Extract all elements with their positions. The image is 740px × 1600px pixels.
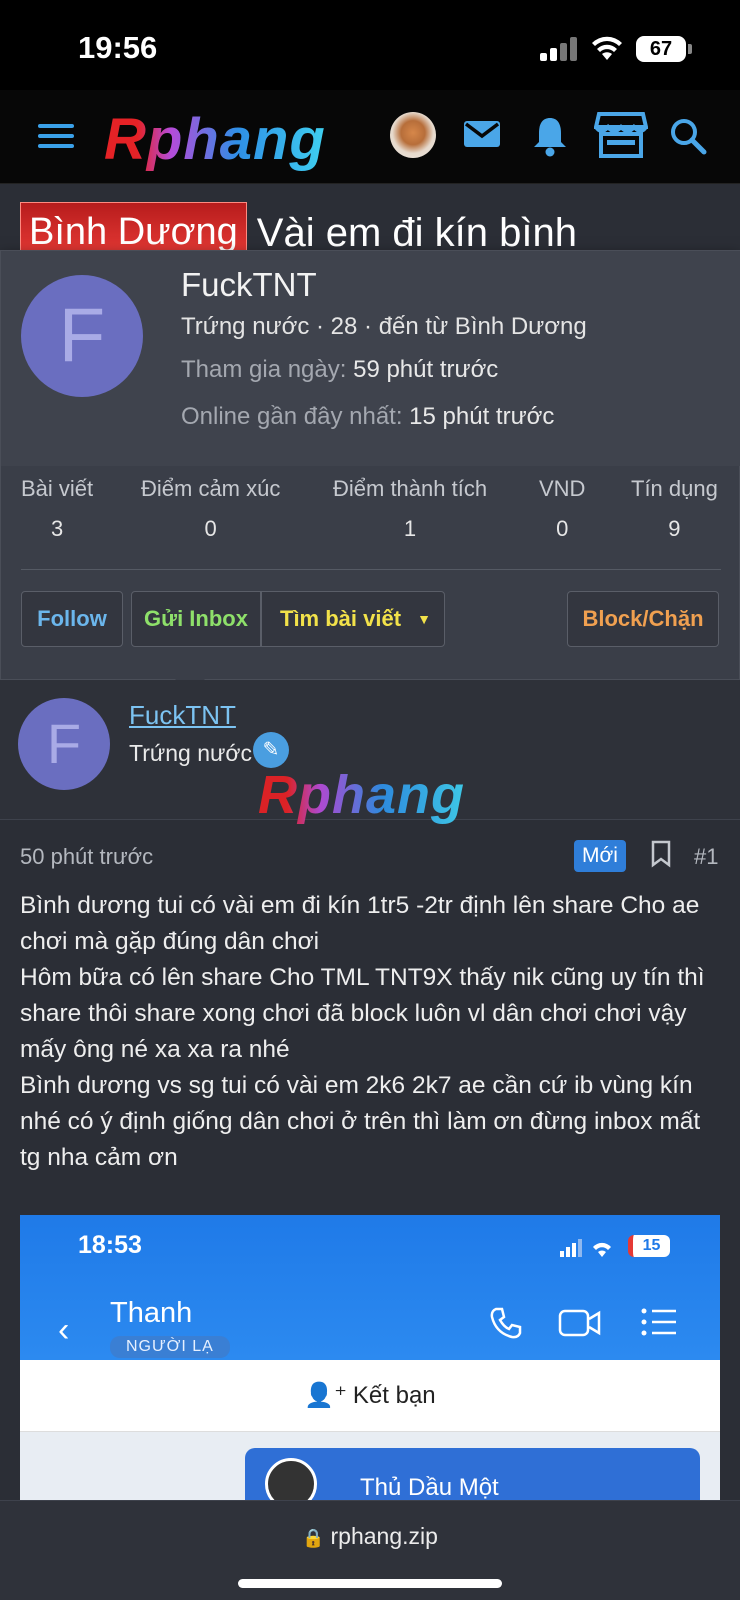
chat-header: 18:53 15 ‹ Thanh NGƯỜI LẠ — [20, 1215, 720, 1360]
stranger-label: NGƯỜI LẠ — [110, 1336, 230, 1358]
stat-label: VND — [539, 476, 586, 501]
stat-label: Điểm thành tích — [333, 476, 488, 501]
home-indicator[interactable] — [238, 1579, 502, 1588]
search-icon[interactable] — [668, 116, 708, 156]
find-posts-button[interactable]: Tìm bài viết ▼ — [261, 591, 445, 647]
site-logo[interactable]: Rphang — [104, 106, 326, 173]
stat-label: Điểm cảm xúc — [141, 476, 281, 501]
thread-prefix-badge[interactable]: Bình Dương — [20, 202, 247, 250]
post-paragraph: Bình dương tui có vài em đi kín 1tr5 -2t… — [20, 892, 700, 955]
list-menu-icon — [641, 1308, 676, 1336]
member-stats: Bài viết 3 Điểm cảm xúc 0 Điểm thành tíc… — [1, 476, 740, 546]
member-last-online: Online gần đây nhất: 15 phút trước — [181, 403, 554, 431]
member-tooltip: F FuckTNT Trứng nước · 28 · đến từ Bình … — [0, 250, 740, 680]
wifi-icon — [592, 36, 622, 60]
post-meta: 50 phút trước Mới #1 — [0, 820, 740, 890]
status-bar: 19:56 67 — [0, 0, 740, 90]
stat-vnd: VND 0 — [539, 476, 585, 542]
bubble-avatar — [265, 1458, 317, 1500]
chat-contact-name: Thanh — [110, 1297, 193, 1329]
store-icon[interactable] — [594, 110, 648, 160]
battery-icon: 67 — [636, 36, 692, 62]
add-friend-icon: 👤⁺ — [304, 1382, 347, 1409]
top-nav: Rphang — [0, 90, 740, 184]
joined-label: Tham gia ngày: — [181, 356, 347, 383]
thread-title-text: Vài em đi kín bình — [256, 211, 577, 250]
stat-value: 0 — [556, 516, 569, 541]
back-chevron-icon: ‹ — [58, 1311, 70, 1349]
author-rank: Trứng nước — [129, 740, 252, 766]
block-button[interactable]: Block/Chặn — [567, 591, 719, 647]
stat-value: 9 — [668, 516, 681, 541]
stat-label: Bài viết — [21, 476, 94, 501]
bell-icon[interactable] — [530, 114, 570, 158]
user-avatar[interactable] — [390, 112, 436, 158]
stat-reactions: Điểm cảm xúc 0 — [141, 476, 280, 542]
post-paragraph: Hôm bữa có lên share Cho TML TNT9X thấy … — [20, 964, 705, 1063]
chat-area: Thủ Dầu Một — [20, 1432, 720, 1500]
divider — [21, 569, 721, 570]
add-friend-label: Kết bạn — [352, 1382, 436, 1409]
url-text: rphang.zip — [330, 1523, 438, 1549]
signal-icon — [540, 37, 580, 61]
member-tooltip-header: F FuckTNT Trứng nước · 28 · đến từ Bình … — [1, 251, 740, 466]
post-author: F FuckTNT Trứng nước ✎ Rphang — [0, 680, 740, 825]
video-call-icon — [558, 1309, 601, 1337]
attach-status-time: 18:53 — [78, 1231, 142, 1259]
author-avatar[interactable]: F — [18, 698, 110, 790]
menu-icon[interactable] — [38, 124, 74, 150]
caret-down-icon: ▼ — [417, 611, 432, 627]
find-posts-label: Tìm bài viết — [280, 606, 402, 631]
add-friend-bar: 👤⁺ Kết bạn — [20, 1360, 720, 1432]
post-time[interactable]: 50 phút trước — [20, 844, 153, 870]
status-time: 19:56 — [78, 30, 158, 65]
post-body: Bình dương tui có vài em đi kín 1tr5 -2t… — [20, 888, 726, 1176]
watermark-logo: Rphang — [258, 765, 465, 825]
member-avatar[interactable]: F — [21, 275, 143, 397]
bubble-text: Thủ Dầu Một — [360, 1474, 499, 1500]
send-inbox-button[interactable]: Gửi Inbox — [131, 591, 261, 647]
stat-value: 1 — [403, 516, 417, 541]
online-label: Online gần đây nhất: — [181, 403, 403, 430]
verified-user-icon: ✎ — [253, 732, 289, 768]
mail-icon[interactable] — [462, 114, 502, 154]
browser-bottom-bar: 🔒 rphang.zip — [0, 1500, 740, 1600]
attached-image[interactable]: 18:53 15 ‹ Thanh NGƯỜI LẠ 👤⁺ Kết bạn Thủ … — [20, 1215, 720, 1500]
stat-credits: Tín dụng 9 — [631, 476, 718, 542]
bookmark-icon[interactable] — [650, 840, 672, 868]
joined-value: 59 phút trước — [353, 356, 499, 383]
thread-title: Bình Dương Vài em đi kín bình — [20, 202, 720, 250]
attach-battery-icon: 15 — [628, 1235, 670, 1257]
attach-signal-icon — [560, 1239, 611, 1257]
stat-posts: Bài viết 3 — [21, 476, 93, 542]
stat-trophy-points: Điểm thành tích 1 — [333, 476, 487, 542]
lock-icon: 🔒 — [302, 1528, 325, 1548]
new-badge: Mới — [574, 840, 626, 872]
post-paragraph: Bình dương vs sg tui có vài em 2k6 2k7 a… — [20, 1072, 701, 1171]
author-name-link[interactable]: FuckTNT — [129, 700, 236, 731]
follow-button[interactable]: Follow — [21, 591, 123, 647]
member-name[interactable]: FuckTNT — [181, 266, 317, 304]
post-number-link[interactable]: #1 — [694, 844, 718, 870]
stat-label: Tín dụng — [631, 476, 718, 501]
member-joined: Tham gia ngày: 59 phút trước — [181, 356, 498, 384]
member-meta: Trứng nước · 28 · đến từ Bình Dương — [181, 313, 587, 340]
address-bar[interactable]: 🔒 rphang.zip — [0, 1523, 740, 1550]
phone-icon — [490, 1307, 522, 1339]
stat-value: 0 — [204, 516, 217, 541]
stat-value: 3 — [50, 516, 64, 541]
online-value: 15 phút trước — [409, 403, 555, 430]
chat-bubble: Thủ Dầu Một — [245, 1448, 700, 1500]
